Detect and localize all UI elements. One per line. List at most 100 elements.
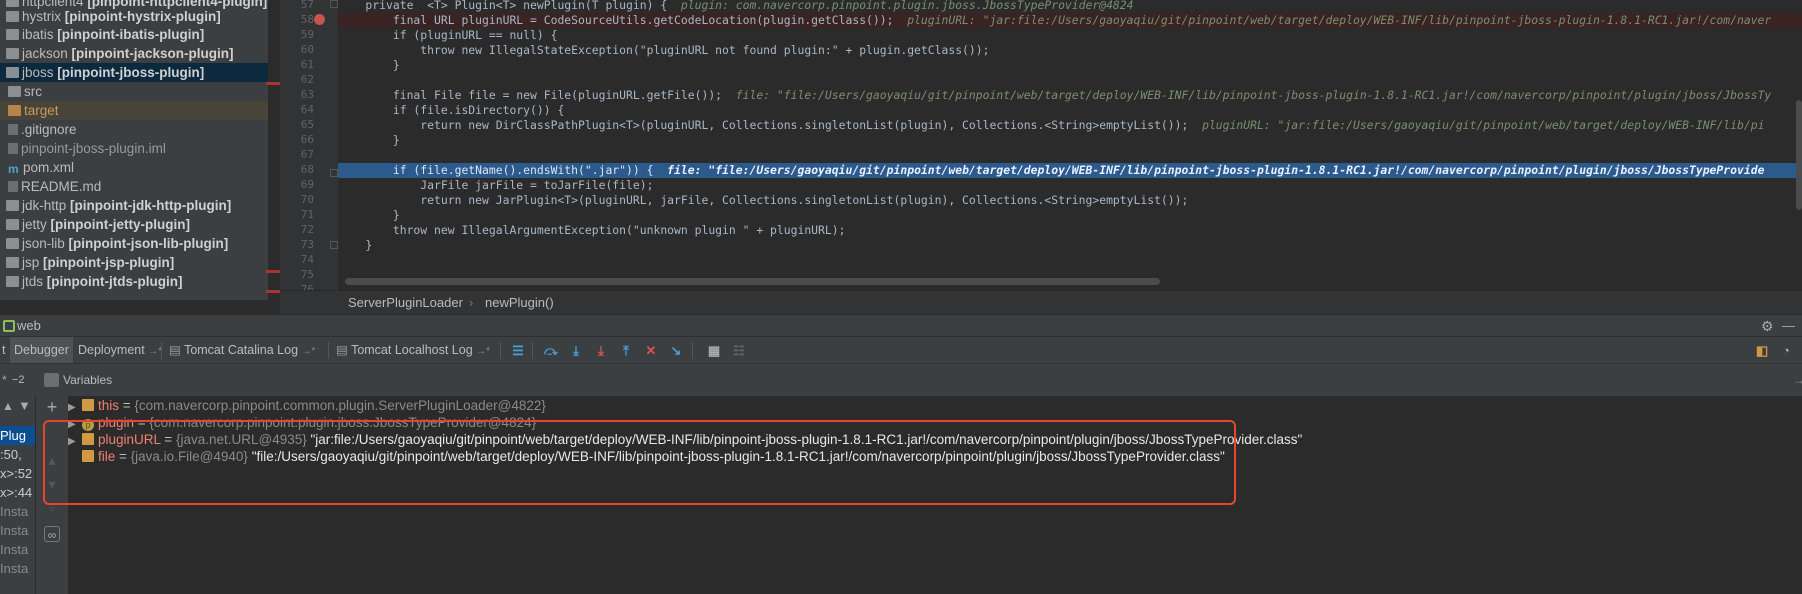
line-number[interactable]: 70 <box>286 193 314 206</box>
code-line[interactable]: return new DirClassPathPlugin<T>(pluginU… <box>338 118 1802 133</box>
line-number[interactable]: 61 <box>286 58 314 71</box>
evaluate-expression-icon[interactable]: ▦ <box>706 343 722 358</box>
line-number[interactable]: 59 <box>286 28 314 41</box>
editor-gutter[interactable]: 5758596061626364656667686970717273747576 <box>280 0 338 296</box>
step-into-icon[interactable]: ⤓ <box>568 343 584 358</box>
tree-item-jetty[interactable]: jetty [pinpoint-jetty-plugin] <box>0 215 268 234</box>
line-number[interactable]: 72 <box>286 223 314 236</box>
fold-icon[interactable] <box>330 0 338 8</box>
frame-item[interactable]: Plug <box>0 426 35 445</box>
show-execution-point-icon[interactable]: ☰ <box>510 343 526 358</box>
breadcrumb-method[interactable]: newPlugin() <box>485 291 554 315</box>
line-number[interactable]: 74 <box>286 253 314 266</box>
line-number[interactable]: 58 <box>286 13 314 26</box>
tab-deployment[interactable]: Deployment →* <box>74 337 166 364</box>
add-watch-icon[interactable]: + <box>44 398 60 416</box>
breadcrumb-class[interactable]: ServerPluginLoader <box>348 291 463 315</box>
code-line[interactable]: if (pluginURL == null) { <box>338 28 1802 43</box>
step-over-icon[interactable]: ⤼ <box>543 343 559 358</box>
minimize-icon[interactable]: — <box>1782 315 1795 337</box>
code-line[interactable]: throw new IllegalArgumentException("unkn… <box>338 223 1802 238</box>
collapse-icon[interactable]: ▲ <box>2 399 14 413</box>
code-line[interactable]: if (file.isDirectory()) { <box>338 103 1802 118</box>
code-line[interactable] <box>338 73 1802 88</box>
code-line[interactable]: final File file = new File(pluginURL.get… <box>338 88 1802 103</box>
code-line[interactable]: return new JarPlugin<T>(pluginURL, jarFi… <box>338 193 1802 208</box>
tree-item-hystrix[interactable]: hystrix [pinpoint-hystrix-plugin] <box>0 7 268 26</box>
filter-icon[interactable]: ▼ <box>18 398 31 413</box>
frame-item[interactable]: Insta <box>0 521 35 540</box>
tab-console[interactable]: t <box>0 337 9 364</box>
code-line[interactable]: } <box>338 238 1802 253</box>
tree-item-jtds[interactable]: jtds [pinpoint-jtds-plugin] <box>0 272 268 291</box>
code-line[interactable] <box>338 253 1802 268</box>
restore-layout-icon[interactable]: ◧ <box>1754 343 1770 358</box>
tree-item-target[interactable]: target <box>0 101 268 120</box>
code-line[interactable]: } <box>338 58 1802 73</box>
frame-item[interactable]: x>:52 <box>0 464 35 483</box>
code-line[interactable]: if (file.getName().endsWith(".jar")) { f… <box>338 163 1802 178</box>
code-line[interactable] <box>338 148 1802 163</box>
tree-item-jsp[interactable]: jsp [pinpoint-jsp-plugin] <box>0 253 268 272</box>
trace-stream-icon[interactable]: ☷ <box>731 343 747 358</box>
settings-dial-icon[interactable]: ◔ <box>1778 343 1794 358</box>
line-number[interactable]: 71 <box>286 208 314 221</box>
line-number[interactable]: 57 <box>286 0 314 11</box>
line-number[interactable]: 60 <box>286 43 314 56</box>
frame-item[interactable]: x>:44 <box>0 483 35 502</box>
tree-item-jdk-http[interactable]: jdk-http [pinpoint-jdk-http-plugin] <box>0 196 268 215</box>
line-number[interactable]: 69 <box>286 178 314 191</box>
force-step-into-icon[interactable]: ⤓ <box>593 343 609 358</box>
tree-item-json-lib[interactable]: json-lib [pinpoint-json-lib-plugin] <box>0 234 268 253</box>
code-line[interactable]: } <box>338 208 1802 223</box>
code-line[interactable]: final URL pluginURL = CodeSourceUtils.ge… <box>338 13 1802 28</box>
run-config-name[interactable]: web <box>17 315 41 337</box>
tree-item-label: hystrix <box>22 9 62 24</box>
gear-icon[interactable]: ⚙ <box>1761 315 1774 337</box>
code-line[interactable]: throw new IllegalStateException("pluginU… <box>338 43 1802 58</box>
tab-tomcat-localhost-log[interactable]: ▤ Tomcat Localhost Log →* <box>332 337 494 364</box>
line-number[interactable]: 75 <box>286 268 314 281</box>
frame-item[interactable]: Insta <box>0 540 35 559</box>
run-to-cursor-icon[interactable]: ↘ <box>668 343 684 358</box>
frames-count-badge[interactable]: −2 <box>12 364 25 397</box>
code-line[interactable]: private <T> Plugin<T> newPlugin(T plugin… <box>338 0 1802 13</box>
code-editor[interactable]: private <T> Plugin<T> newPlugin(T plugin… <box>338 0 1802 290</box>
tree-item-pom[interactable]: m pom.xml <box>0 158 268 177</box>
horizontal-scrollbar[interactable] <box>345 278 1160 285</box>
tree-item-label: pinpoint-jboss-plugin.iml <box>21 141 166 156</box>
breakpoint-icon[interactable] <box>314 14 325 25</box>
tree-item-readme[interactable]: README.md <box>0 177 268 196</box>
drop-frame-icon[interactable]: ✕ <box>643 343 659 358</box>
infinity-icon[interactable]: ∞ <box>44 526 60 542</box>
line-number[interactable]: 68 <box>286 163 314 176</box>
step-out-icon[interactable]: ⤒ <box>618 343 634 358</box>
tab-debugger[interactable]: Debugger <box>10 337 73 364</box>
tree-item-ibatis[interactable]: ibatis [pinpoint-ibatis-plugin] <box>0 25 268 44</box>
code-text: return new DirClassPathPlugin<T>(pluginU… <box>338 118 1189 132</box>
code-line[interactable]: } <box>338 133 1802 148</box>
tree-item-jboss[interactable]: jboss [pinpoint-jboss-plugin] <box>0 63 268 82</box>
frame-item[interactable]: Insta <box>0 559 35 578</box>
tree-item-iml[interactable]: pinpoint-jboss-plugin.iml <box>0 139 268 158</box>
tree-item-jackson[interactable]: jackson [pinpoint-jackson-plugin] <box>0 44 268 63</box>
frame-item[interactable]: :50, <box>0 445 35 464</box>
vertical-scrollbar[interactable] <box>1796 100 1802 210</box>
fold-icon[interactable] <box>330 169 338 177</box>
line-number[interactable]: 66 <box>286 133 314 146</box>
line-number[interactable]: 73 <box>286 238 314 251</box>
line-number[interactable]: 63 <box>286 88 314 101</box>
line-number[interactable]: 67 <box>286 148 314 161</box>
fold-icon[interactable] <box>330 241 338 249</box>
line-number[interactable]: 64 <box>286 103 314 116</box>
inline-debug-value: pluginURL: "jar:file:/Users/gaoyaqiu/git… <box>893 13 1772 27</box>
more-arrow-icon[interactable]: → <box>1793 364 1802 397</box>
line-number[interactable]: 65 <box>286 118 314 131</box>
frames-menu-icon[interactable]: * <box>2 364 7 397</box>
tree-item-src[interactable]: src <box>0 82 268 101</box>
code-line[interactable]: JarFile jarFile = toJarFile(file); <box>338 178 1802 193</box>
line-number[interactable]: 62 <box>286 73 314 86</box>
tree-item-gitignore[interactable]: .gitignore <box>0 120 268 139</box>
frame-item[interactable]: Insta <box>0 502 35 521</box>
tab-tomcat-catalina-log[interactable]: ▤ Tomcat Catalina Log →* <box>165 337 319 364</box>
